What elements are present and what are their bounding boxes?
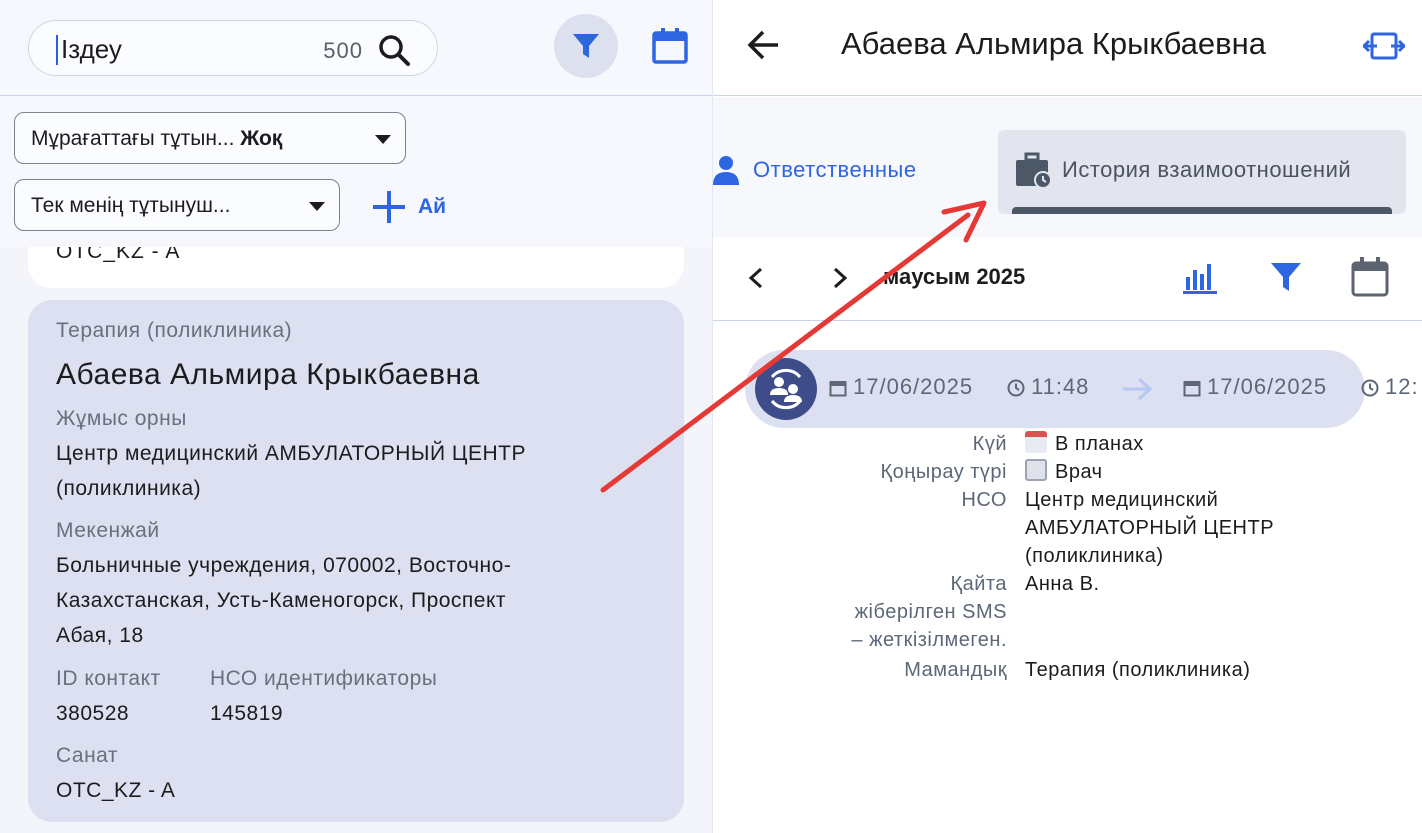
list-toolbar: Іздеу 500 (0, 0, 712, 96)
category-value: OTC_KZ - A (56, 779, 176, 802)
status-label: Күй (972, 433, 1007, 455)
hco-value-line: (поликлиника) (1025, 545, 1164, 567)
tab-history[interactable]: История взаимоотношений (998, 130, 1406, 214)
resent-sms-label: Қайта (950, 573, 1007, 595)
person-icon (713, 156, 739, 185)
work-place-line: (поликлиника) (56, 477, 202, 500)
expand-icon[interactable] (1363, 28, 1405, 64)
detail-title: Абаева Альмира Крыкбаевна (841, 26, 1266, 61)
event-end-time: 12: (1385, 374, 1419, 399)
status-value: В планах (1055, 433, 1144, 455)
filter-button[interactable] (554, 14, 618, 78)
work-place-label: Жұмыс орны (56, 407, 187, 430)
my-customers-filter-dropdown[interactable]: Тек менің тұтынуш... (14, 179, 340, 231)
hco-value-line: АМБУЛАТОРНЫЙ ЦЕНТР (1025, 517, 1275, 539)
active-tab-indicator (1012, 207, 1392, 214)
archive-filter-label: Мұрағаттағы тұтын... (31, 127, 241, 150)
clock-icon (1007, 379, 1025, 397)
hco-label: НСО (961, 489, 1007, 511)
sync-people-icon (770, 368, 802, 410)
search-input[interactable]: Іздеу 500 (28, 20, 438, 76)
hco-id-label: НСО идентификаторы (210, 667, 438, 690)
tab-history-label: История взаимоотношений (1062, 157, 1352, 182)
event-start-date: 17/06/2025 (853, 374, 974, 399)
hospital-emoji-icon (1025, 459, 1047, 481)
chevron-left-icon[interactable] (745, 263, 767, 293)
customer-list-pane: Іздеу 500 OTC_KZ - A Мұрағаттағы тұтын..… (0, 0, 712, 833)
month-label: маусым 2025 (883, 264, 1026, 289)
archive-filter-dropdown[interactable]: Мұрағаттағы тұтын... Жоқ (14, 112, 406, 164)
filter-icon[interactable] (1268, 259, 1304, 295)
event-start-time: 11:48 (1031, 374, 1090, 399)
resent-sms-label: жіберілген SMS (854, 601, 1007, 623)
filter-area: Мұрағаттағы тұтын... Жоқ Тек менің тұтын… (0, 97, 712, 247)
hco-id-value: 145819 (210, 702, 284, 725)
specialty-value: Терапия (поликлиника) (1025, 659, 1251, 681)
calendar-emoji-icon (1025, 431, 1047, 453)
customer-detail-pane: Абаева Альмира Крыкбаевна Ответственные (712, 0, 1422, 833)
hco-value-line: Центр медицинский (1025, 489, 1219, 511)
call-type-label: Қоңырау түрі (880, 461, 1007, 483)
card-name: Абаева Альмира Крыкбаевна (56, 358, 480, 391)
briefcase-clock-icon (1016, 152, 1052, 189)
add-filter-label: Ай (418, 195, 447, 218)
chevron-down-icon (309, 202, 325, 211)
result-count: 500 (323, 38, 363, 63)
call-type-value: Врач (1055, 461, 1103, 483)
address-line: Абая, 18 (56, 624, 144, 647)
archive-filter-value: Жоқ (240, 127, 283, 150)
chevron-down-icon (375, 135, 391, 144)
calendar-icon[interactable] (1350, 255, 1390, 299)
plus-icon (373, 191, 405, 223)
search-placeholder: Іздеу (61, 34, 122, 64)
back-arrow-icon[interactable] (747, 28, 781, 62)
clock-icon (1361, 379, 1379, 397)
text-caret (56, 35, 58, 65)
calendar-icon (1183, 381, 1201, 397)
category-label: Санат (56, 744, 119, 767)
address-line: Казахстанская, Усть-Каменогорск, Проспек… (56, 589, 507, 612)
detail-tabs: Ответственные История взаимоотношений (713, 97, 1422, 237)
search-icon[interactable] (377, 33, 411, 67)
detail-header: Абаева Альмира Крыкбаевна (713, 0, 1422, 96)
chevron-right-icon[interactable] (829, 263, 851, 293)
month-navigator: маусым 2025 (713, 237, 1422, 321)
contact-id-label: ID контакт (56, 667, 161, 690)
tab-responsible-label: Ответственные (753, 157, 917, 182)
resent-sms-label: – жеткізілмеген. (851, 629, 1007, 651)
event-end-date: 17/06/2025 (1207, 374, 1328, 399)
calendar-icon[interactable] (650, 26, 690, 66)
card-specialty: Терапия (поликлиника) (56, 319, 293, 342)
arrow-right-icon (1123, 377, 1153, 401)
calendar-icon (829, 381, 847, 397)
address-label: Мекенжай (56, 519, 160, 542)
resent-sms-value: Анна В. (1025, 573, 1100, 595)
filter-icon (573, 34, 599, 58)
event-item[interactable]: 17/06/2025 11:48 17/06/2025 12: (745, 350, 1418, 428)
contact-id-value: 380528 (56, 702, 130, 725)
specialty-label: Мамандық (904, 659, 1007, 681)
my-customers-filter-label: Тек менің тұтынуш... (31, 194, 231, 217)
event-avatar (755, 358, 817, 420)
address-line: Больничные учреждения, 070002, Восточно- (56, 554, 512, 577)
customer-card[interactable]: Терапия (поликлиника) Абаева Альмира Кры… (28, 300, 684, 822)
bar-chart-icon[interactable] (1181, 259, 1221, 295)
work-place-line: Центр медицинский АМБУЛАТОРНЫЙ ЦЕНТР (56, 442, 526, 465)
